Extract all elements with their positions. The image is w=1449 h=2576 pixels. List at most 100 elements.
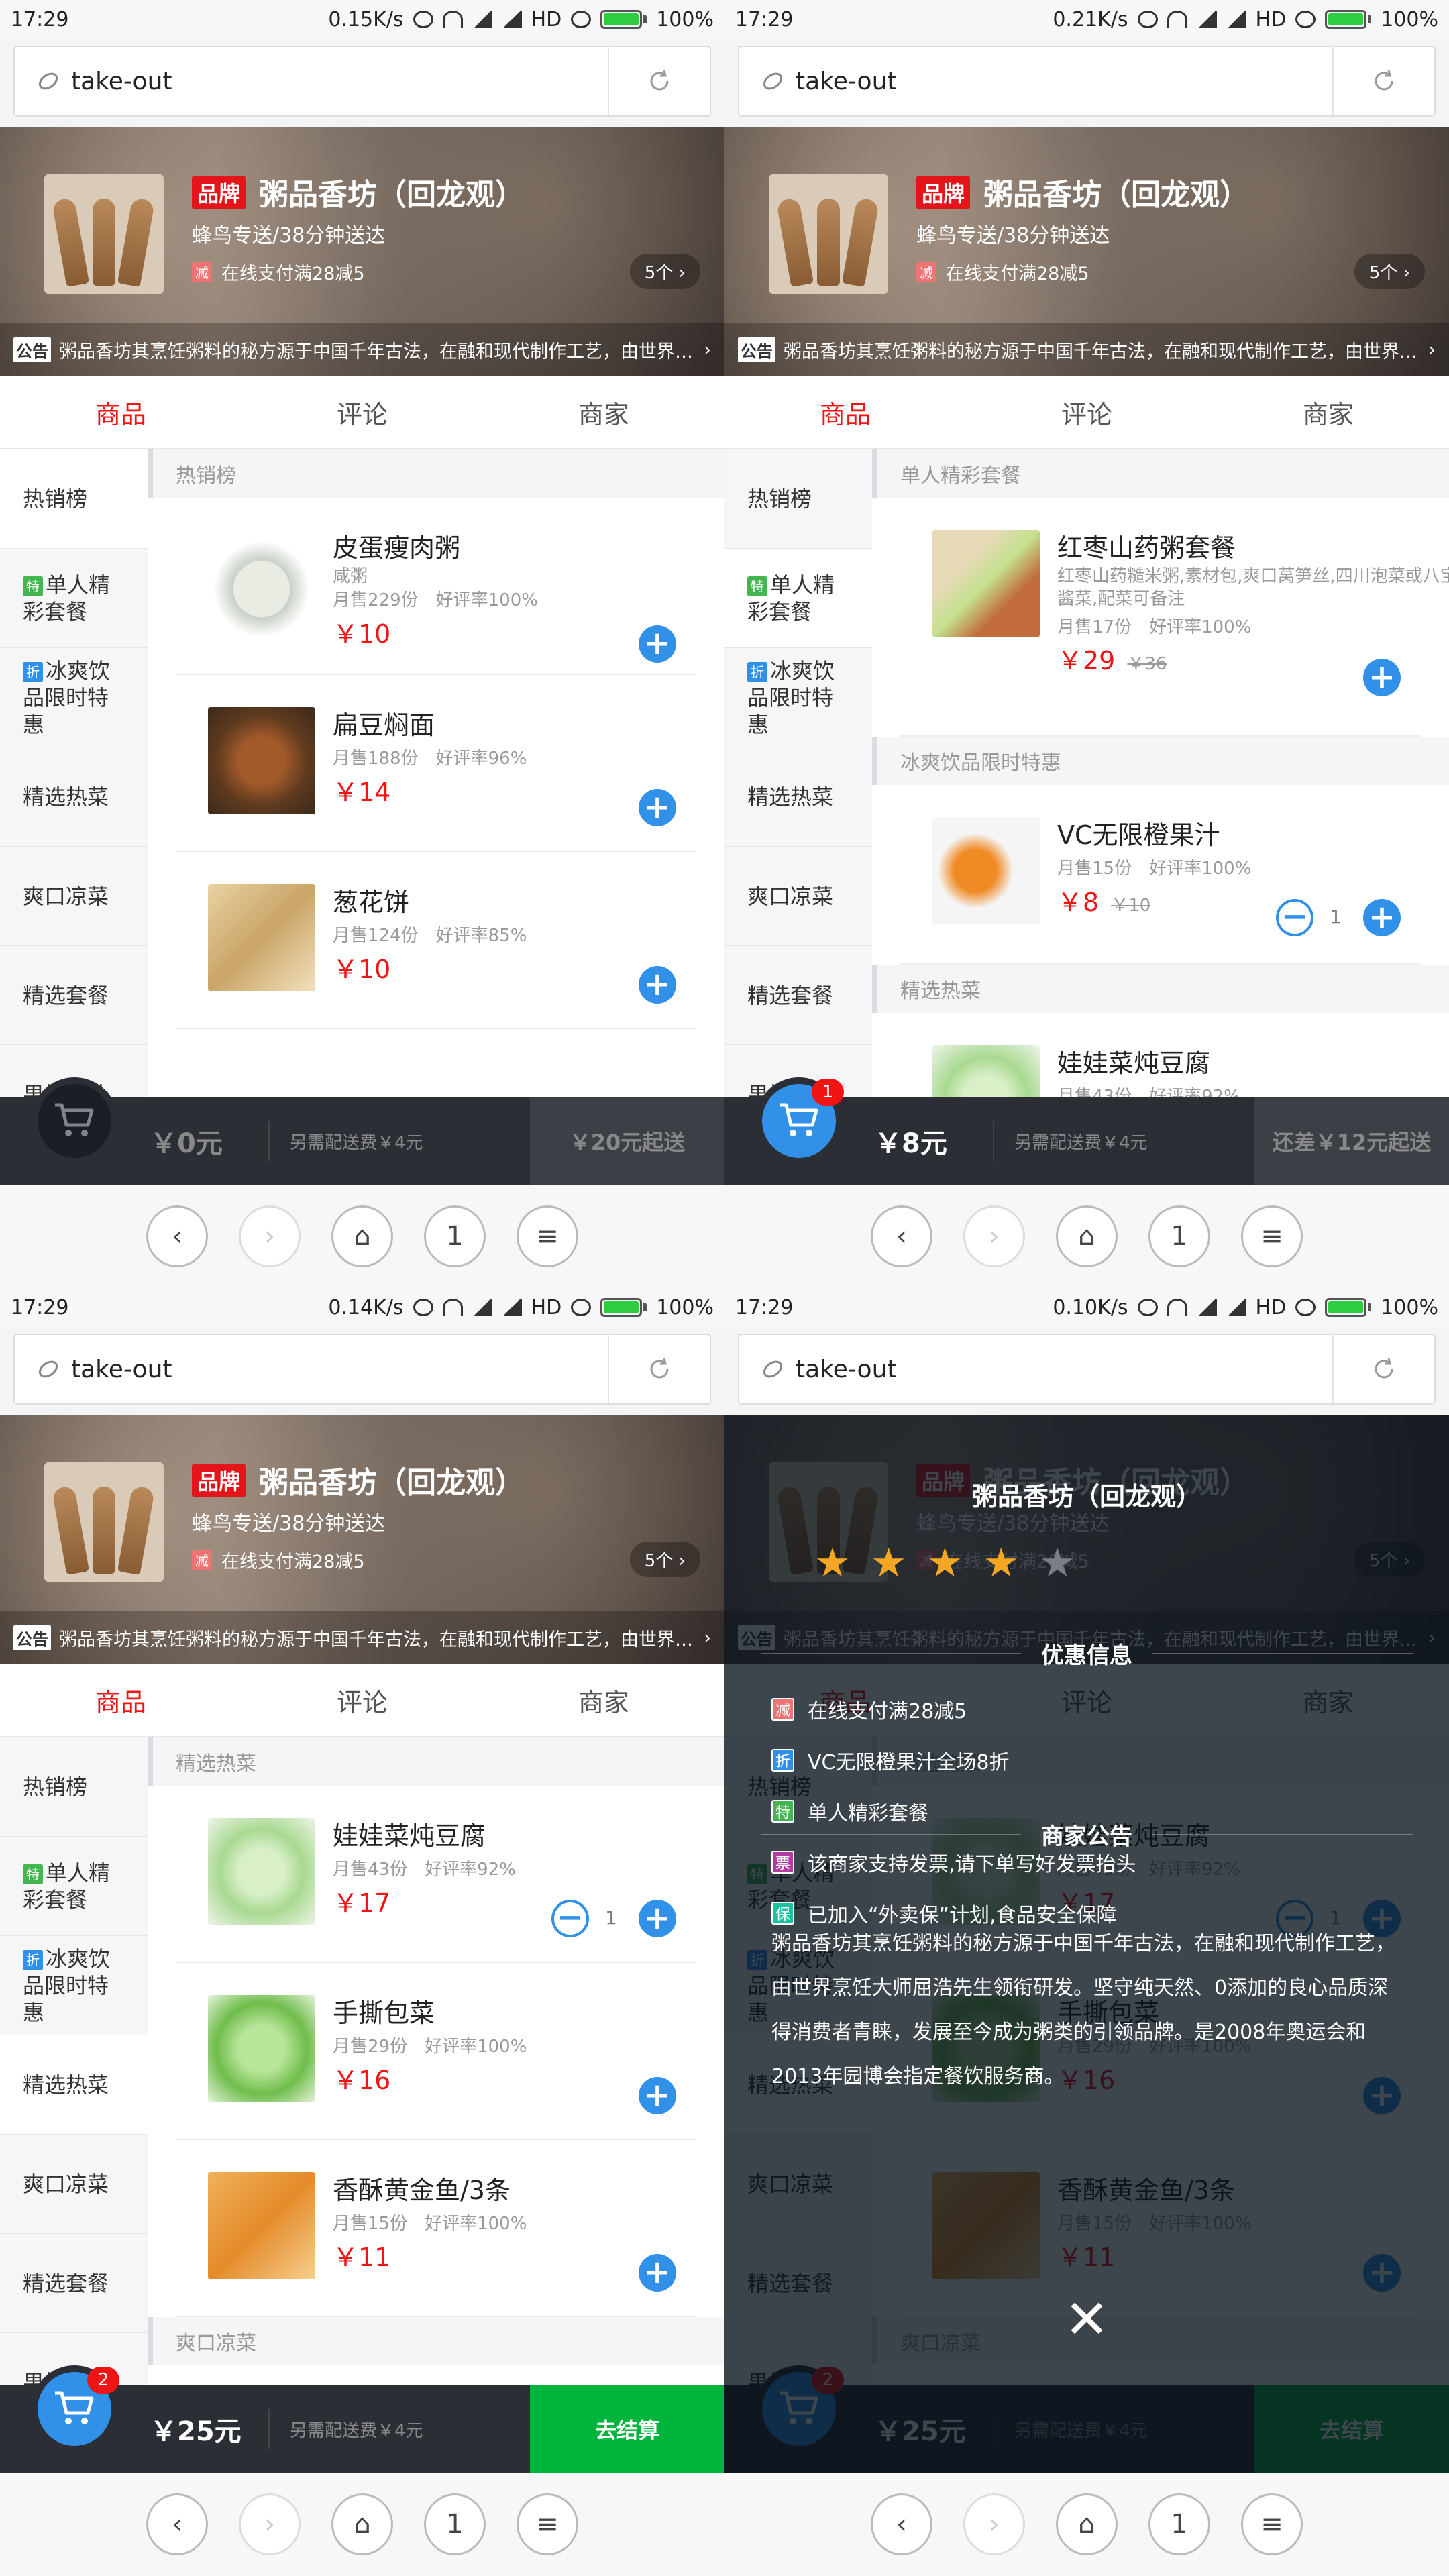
cart-button[interactable]: 1 bbox=[755, 1077, 844, 1165]
decrease-button[interactable]: − bbox=[551, 1900, 589, 1937]
url-text[interactable]: take-out bbox=[71, 68, 608, 95]
sidebar-item[interactable]: 热销榜 bbox=[0, 1737, 148, 1837]
tab-goods[interactable]: 商品 bbox=[0, 376, 241, 448]
cart-icon bbox=[780, 1103, 818, 1136]
cart-button[interactable]: 2 bbox=[31, 2365, 119, 2453]
tabs-button[interactable]: 1 bbox=[1148, 2493, 1210, 2555]
sidebar-item[interactable]: 特单人精彩套餐 bbox=[724, 549, 872, 648]
sidebar-item[interactable]: 爽口凉菜 bbox=[0, 847, 148, 946]
food-item[interactable]: 香酥黄金鱼/3条月售15份好评率100% ￥11 + bbox=[176, 2140, 696, 2317]
sidebar-item[interactable]: 精选套餐 bbox=[0, 2234, 148, 2333]
sidebar-item[interactable]: 热销榜 bbox=[0, 449, 148, 549]
menu-button[interactable]: ≡ bbox=[517, 2493, 578, 2555]
sidebar-item[interactable]: 精选热菜 bbox=[0, 2035, 148, 2135]
back-button[interactable]: ‹ bbox=[146, 2493, 208, 2555]
checkout-button[interactable]: 去结算 bbox=[530, 2385, 724, 2473]
notice-bar[interactable]: 公告 粥品香坊其烹饪粥料的秘方源于中国千年古法，在融和现代制作工艺，由世界烹饪大… bbox=[0, 1611, 724, 1664]
sidebar-item[interactable]: 折冰爽饮品限时特惠 bbox=[0, 648, 148, 747]
add-button[interactable]: + bbox=[639, 625, 676, 663]
tab-goods[interactable]: 商品 bbox=[724, 376, 966, 448]
promo-count-button[interactable]: 5个 › bbox=[629, 254, 700, 289]
url-bar[interactable]: take-out bbox=[13, 46, 711, 117]
close-icon[interactable]: ✕ bbox=[1057, 2293, 1116, 2352]
support-text: 在线支付满28减5 bbox=[808, 1700, 967, 1723]
add-button[interactable]: + bbox=[639, 789, 676, 826]
food-item[interactable]: 葱花饼 月售124份 好评率85% ￥10 + bbox=[176, 852, 696, 1029]
menu-button[interactable]: ≡ bbox=[1241, 2493, 1303, 2555]
add-button[interactable]: + bbox=[639, 2254, 676, 2292]
food-item[interactable]: 红枣山药粥套餐 红枣山药糙米粥,素材包,爽口莴笋丝,四川泡菜或八宝酱菜,配菜可备注… bbox=[900, 498, 1449, 737]
tabs-button[interactable]: 1 bbox=[1148, 1205, 1210, 1267]
food-item[interactable]: 娃娃菜炖豆腐月售43份好评率92% ￥17+ bbox=[900, 1013, 1421, 1100]
promo-count-button[interactable]: 5个 › bbox=[629, 1542, 700, 1577]
promo-count-button[interactable]: 5个 › bbox=[1354, 254, 1425, 289]
food-item[interactable]: 娃娃菜炖豆腐月售43份好评率92% ￥17 − 1 + bbox=[176, 1786, 696, 1963]
url-bar[interactable]: take-out bbox=[738, 46, 1436, 117]
food-sales: 月售29份好评率100% bbox=[333, 2037, 527, 2057]
url-bar[interactable]: take-out bbox=[13, 1334, 711, 1405]
home-button[interactable]: ⌂ bbox=[1056, 2493, 1118, 2555]
support-badge-icon: 减 bbox=[771, 1698, 794, 1721]
forward-button[interactable]: › bbox=[239, 2493, 301, 2555]
tabs-button[interactable]: 1 bbox=[424, 2493, 486, 2555]
tab-seller[interactable]: 商家 bbox=[483, 376, 724, 448]
tabs-button[interactable]: 1 bbox=[424, 1205, 486, 1267]
add-button[interactable]: + bbox=[1363, 659, 1401, 696]
sidebar-item[interactable]: 折冰爽饮品限时特惠 bbox=[724, 648, 872, 747]
checkout-button[interactable]: 还差￥12元起送 bbox=[1254, 1097, 1449, 1185]
food-item[interactable]: VC无限橙果汁 月售15份 好评率100% ￥8 ￥10 − 1 + bbox=[900, 785, 1421, 965]
category-badge-icon: 折 bbox=[747, 661, 767, 682]
back-button[interactable]: ‹ bbox=[871, 2493, 932, 2555]
sidebar-item[interactable]: 特单人精彩套餐 bbox=[0, 1837, 148, 1936]
sidebar-item[interactable]: 精选热菜 bbox=[724, 747, 872, 847]
sidebar-item[interactable]: 热销榜 bbox=[724, 449, 872, 549]
notice-bar[interactable]: 公告 粥品香坊其烹饪粥料的秘方源于中国千年古法，在融和现代制作工艺，由世界烹饪大… bbox=[724, 323, 1449, 376]
wifi-icon bbox=[442, 1299, 463, 1316]
sidebar-item[interactable]: 精选套餐 bbox=[724, 946, 872, 1045]
add-button[interactable]: + bbox=[639, 966, 676, 1004]
url-text[interactable]: take-out bbox=[796, 1356, 1332, 1383]
tab-ratings[interactable]: 评论 bbox=[241, 376, 483, 448]
food-name: 香酥黄金鱼/3条 bbox=[333, 2176, 511, 2205]
food-item[interactable]: 手撕包菜月售29份好评率100% ￥16 + bbox=[176, 1963, 696, 2140]
home-button[interactable]: ⌂ bbox=[331, 2493, 393, 2555]
food-item[interactable]: 扁豆焖面 月售188份 好评率96% ￥14 + bbox=[176, 675, 696, 852]
home-button[interactable]: ⌂ bbox=[1056, 1205, 1118, 1267]
reload-icon[interactable] bbox=[609, 47, 710, 115]
sidebar-item[interactable]: 爽口凉菜 bbox=[724, 847, 872, 946]
notice-bar[interactable]: 公告 粥品香坊其烹饪粥料的秘方源于中国千年古法，在融和现代制作工艺，由世界烹饪大… bbox=[0, 323, 724, 376]
menu-button[interactable]: ≡ bbox=[517, 1205, 578, 1267]
forward-button[interactable]: › bbox=[963, 2493, 1025, 2555]
home-button[interactable]: ⌂ bbox=[331, 1205, 393, 1267]
add-button[interactable]: + bbox=[1363, 899, 1401, 936]
reload-icon[interactable] bbox=[1334, 47, 1434, 115]
reload-icon[interactable] bbox=[609, 1335, 710, 1403]
tab-seller[interactable]: 商家 bbox=[1208, 376, 1449, 448]
tab-goods[interactable]: 商品 bbox=[0, 1664, 241, 1736]
back-button[interactable]: ‹ bbox=[871, 1205, 932, 1267]
url-text[interactable]: take-out bbox=[71, 1356, 608, 1383]
sidebar-item[interactable]: 精选套餐 bbox=[0, 946, 148, 1045]
decrease-button[interactable]: − bbox=[1276, 899, 1313, 936]
url-bar[interactable]: take-out bbox=[738, 1334, 1436, 1405]
cart-button[interactable] bbox=[31, 1077, 118, 1165]
add-button[interactable]: + bbox=[639, 2077, 676, 2114]
tab-ratings[interactable]: 评论 bbox=[241, 1664, 483, 1736]
sidebar-item[interactable]: 爽口凉菜 bbox=[0, 2135, 148, 2234]
sidebar-item[interactable]: 精选热菜 bbox=[0, 747, 148, 847]
tab-seller[interactable]: 商家 bbox=[483, 1664, 724, 1736]
food-item[interactable]: 皮蛋瘦肉粥 咸粥 月售229份 好评率100% ￥10 + bbox=[176, 498, 696, 675]
forward-button[interactable]: › bbox=[239, 1205, 301, 1267]
sidebar-item[interactable]: 折冰爽饮品限时特惠 bbox=[0, 1936, 148, 2035]
reload-icon[interactable] bbox=[1334, 1335, 1434, 1403]
sidebar-item[interactable]: 特单人精彩套餐 bbox=[0, 549, 148, 648]
url-text[interactable]: take-out bbox=[796, 68, 1332, 95]
forward-button[interactable]: › bbox=[963, 1205, 1025, 1267]
delivery-info: 蜂鸟专送/38分钟送达 bbox=[192, 1512, 386, 1536]
back-button[interactable]: ‹ bbox=[146, 1205, 208, 1267]
charging-icon bbox=[571, 1299, 592, 1316]
checkout-button[interactable]: ￥20元起送 bbox=[530, 1097, 724, 1185]
add-button[interactable]: + bbox=[639, 1900, 676, 1937]
menu-button[interactable]: ≡ bbox=[1241, 1205, 1303, 1267]
tab-ratings[interactable]: 评论 bbox=[966, 376, 1208, 448]
